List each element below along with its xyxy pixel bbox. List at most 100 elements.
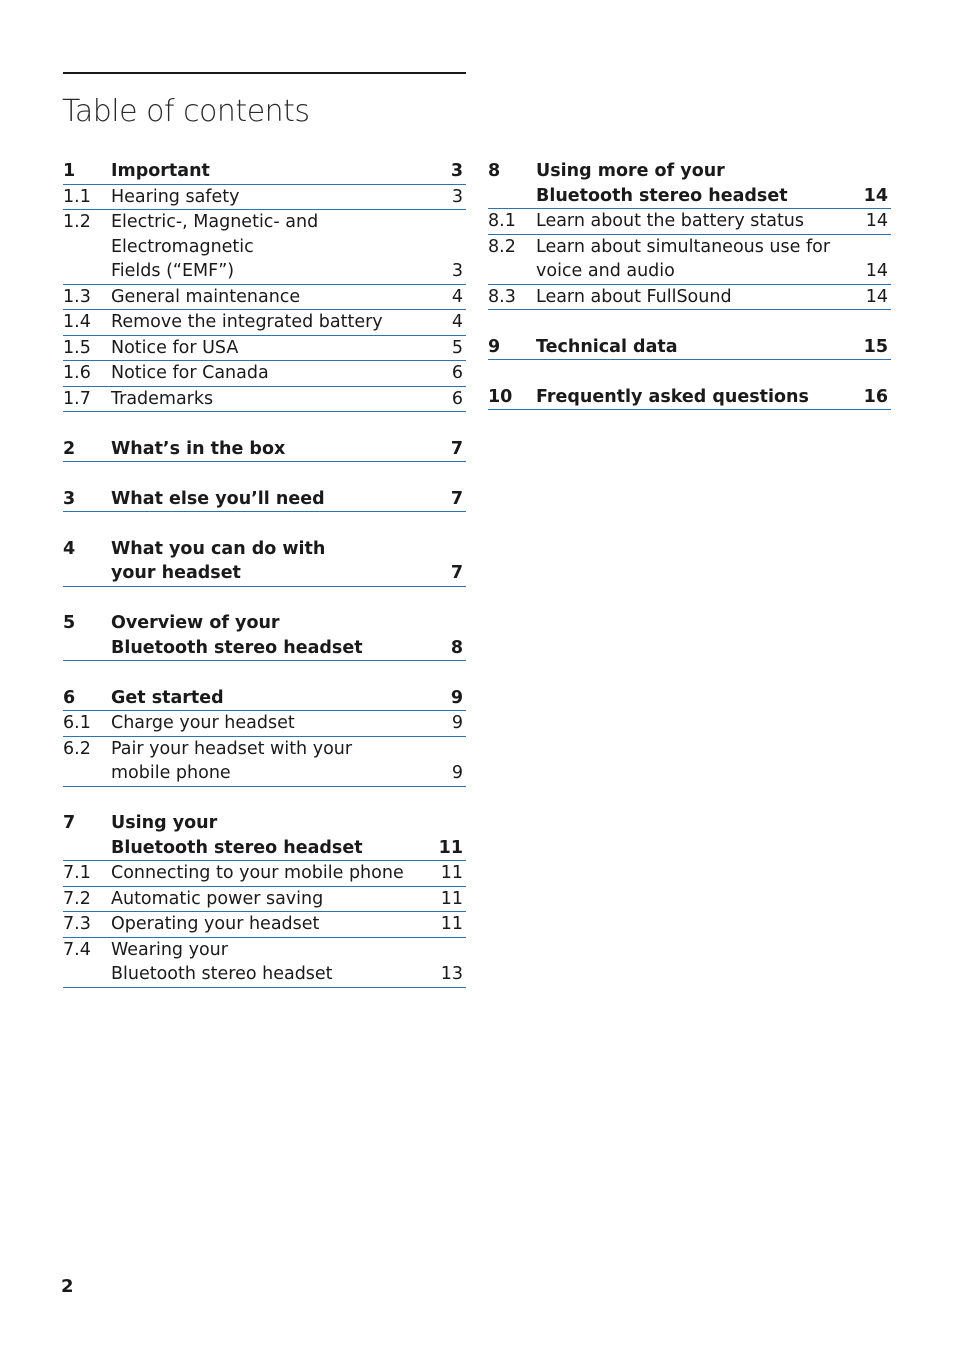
entry-title-line: Get started — [111, 687, 224, 708]
toc-section-entry[interactable]: 1.6 Notice for Canada 6 — [63, 361, 466, 387]
toc-section-entry[interactable]: 7.3 Operating your headset 11 — [63, 912, 466, 938]
entry-number: 8.1 — [488, 211, 516, 231]
entry-title-line: Trademarks — [111, 388, 214, 409]
entry-title-line: voice and audio — [536, 261, 675, 281]
entry-title-line: mobile phone — [111, 763, 231, 783]
page-number: 2 — [61, 1276, 74, 1297]
entry-title: Learn about the battery status — [536, 209, 851, 234]
entry-number: 6 — [63, 687, 76, 708]
toc-section-entry[interactable]: 1.2 Electric-, Magnetic- and Electromagne… — [63, 210, 466, 285]
toc-section-entry[interactable]: 1.5 Notice for USA 5 — [63, 336, 466, 361]
entry-number: 1.7 — [63, 388, 91, 409]
toc-section-entry[interactable]: 6.2 Pair your headset with your mobile pho… — [63, 737, 466, 787]
entry-number: 7.4 — [63, 939, 91, 960]
entry-title-line: Important — [111, 161, 210, 181]
entry-title-line: Frequently asked questions — [536, 386, 809, 407]
entry-number: 1.3 — [63, 286, 91, 307]
entry-title: Frequently asked questions — [536, 385, 851, 410]
toc-section-entry[interactable]: 8.2 Learn about simultaneous use for voice… — [488, 235, 891, 285]
entry-title-line: Remove the integrated battery — [111, 312, 383, 332]
toc-chapter-entry[interactable]: 10 Frequently asked questions 16 — [488, 385, 891, 410]
toc-section-entry[interactable]: 7.1 Connecting to your mobile phone 11 — [63, 861, 466, 887]
entry-page-number: 14 — [863, 185, 888, 206]
entry-title-line: Electric-, Magnetic- and Electromagnetic — [111, 212, 319, 257]
toc-section-entry[interactable]: 7.4 Wearing your Bluetooth stereo headset 1… — [63, 938, 466, 988]
toc-section-entry[interactable]: 8.3 Learn about FullSound 14 — [488, 285, 891, 310]
entry-title-line: Fields (“EMF”) — [111, 261, 235, 281]
entry-number: 4 — [63, 538, 76, 559]
entry-title: Pair your headset with your mobile phone — [111, 737, 426, 786]
toc-chapter-entry[interactable]: 3 What else you’ll need 7 — [63, 487, 466, 512]
entry-page-number: 3 — [450, 161, 463, 181]
entry-title: Important — [111, 159, 426, 184]
entry-number: 1.2 — [63, 212, 91, 232]
entry-title-line: What’s in the box — [111, 438, 286, 459]
entry-number: 7.3 — [63, 914, 91, 934]
toc-section-entry[interactable]: 6.1 Charge your headset 9 — [63, 711, 466, 737]
entry-title-line: Charge your headset — [111, 713, 295, 733]
entry-title-line: Learn about the battery status — [536, 211, 805, 231]
entry-title-line: Wearing your — [111, 939, 228, 960]
toc-chapter-entry[interactable]: 8 Using more of your Bluetooth stereo head… — [488, 159, 891, 209]
entry-page-number: 13 — [440, 964, 463, 984]
entry-page-number: 3 — [451, 261, 463, 281]
toc-chapter-entry[interactable]: 9 Technical data 15 — [488, 335, 891, 360]
entry-page-number: 9 — [451, 763, 463, 783]
entry-page-number: 14 — [865, 286, 888, 307]
entry-page-number: 11 — [440, 863, 463, 883]
entry-title-line: Technical data — [536, 336, 678, 357]
toc-chapter-entry[interactable]: 1 Important 3 — [63, 159, 466, 185]
entry-title: Trademarks — [111, 387, 426, 412]
entry-page-number: 4 — [451, 312, 463, 332]
entry-number: 8.3 — [488, 286, 516, 307]
entry-title-line: Using your — [111, 813, 218, 833]
entry-number: 8 — [488, 161, 501, 181]
entry-title-line: Bluetooth stereo headset — [536, 185, 788, 206]
entry-number: 3 — [63, 488, 76, 509]
toc-chapter-entry[interactable]: 4 What you can do with your headset 7 — [63, 537, 466, 587]
entry-title-line: Overview of your — [111, 613, 280, 633]
entry-page-number: 11 — [438, 837, 463, 858]
entry-title: Using your Bluetooth stereo headset — [111, 811, 426, 860]
toc-chapter-entry[interactable]: 6 Get started 9 — [63, 686, 466, 711]
entry-page-number: 16 — [863, 386, 888, 407]
entry-title: What else you’ll need — [111, 487, 426, 512]
entry-page-number: 14 — [865, 211, 888, 231]
entry-number: 1 — [63, 161, 76, 181]
toc-section-entry[interactable]: 8.1 Learn about the battery status 14 — [488, 209, 891, 235]
entry-page-number: 7 — [450, 488, 463, 509]
toc-section-entry[interactable]: 1.4 Remove the integrated battery 4 — [63, 310, 466, 336]
entry-title: Using more of your Bluetooth stereo heads… — [536, 159, 851, 208]
entry-title: Overview of your Bluetooth stereo headset — [111, 611, 426, 660]
entry-page-number: 6 — [451, 363, 463, 383]
toc-right-column: 8 Using more of your Bluetooth stereo head… — [488, 159, 891, 410]
toc-chapter-entry[interactable]: 7 Using your Bluetooth stereo headset 11 — [63, 811, 466, 861]
entry-title-line: Learn about simultaneous use for — [536, 236, 831, 257]
entry-number: 1.6 — [63, 363, 91, 383]
entry-title-line: Pair your headset with your — [111, 738, 353, 759]
entry-number: 1.5 — [63, 337, 91, 358]
toc-section-entry[interactable]: 1.7 Trademarks 6 — [63, 387, 466, 412]
toc-section-entry[interactable]: 7.2 Automatic power saving 11 — [63, 887, 466, 912]
entry-page-number: 9 — [451, 713, 463, 733]
entry-page-number: 11 — [440, 914, 463, 934]
entry-page-number: 4 — [451, 286, 463, 307]
entry-title: Electric-, Magnetic- and Electromagnetic… — [111, 210, 426, 284]
toc-chapter-entry[interactable]: 5 Overview of your Bluetooth stereo headse… — [63, 611, 466, 661]
entry-number: 10 — [488, 386, 513, 407]
toc-left-column: 1 Important 3 1.1 Hearing safety 3 1.2 Electric… — [63, 159, 466, 988]
entry-page-number: 7 — [450, 563, 463, 583]
page-title: Table of contents — [62, 94, 310, 129]
entry-number: 6.2 — [63, 738, 91, 759]
toc-section-entry[interactable]: 1.3 General maintenance 4 — [63, 285, 466, 310]
entry-number: 8.2 — [488, 236, 516, 257]
entry-title: Charge your headset — [111, 711, 426, 736]
entry-title-line: Automatic power saving — [111, 888, 324, 909]
entry-page-number: 3 — [451, 186, 463, 207]
entry-title: Notice for Canada — [111, 361, 426, 386]
toc-section-entry[interactable]: 1.1 Hearing safety 3 — [63, 185, 466, 210]
entry-title-line: Using more of your — [536, 161, 725, 181]
entry-title-line: Bluetooth stereo headset — [111, 637, 363, 658]
toc-chapter-entry[interactable]: 2 What’s in the box 7 — [63, 437, 466, 462]
entry-number: 1.4 — [63, 312, 91, 332]
